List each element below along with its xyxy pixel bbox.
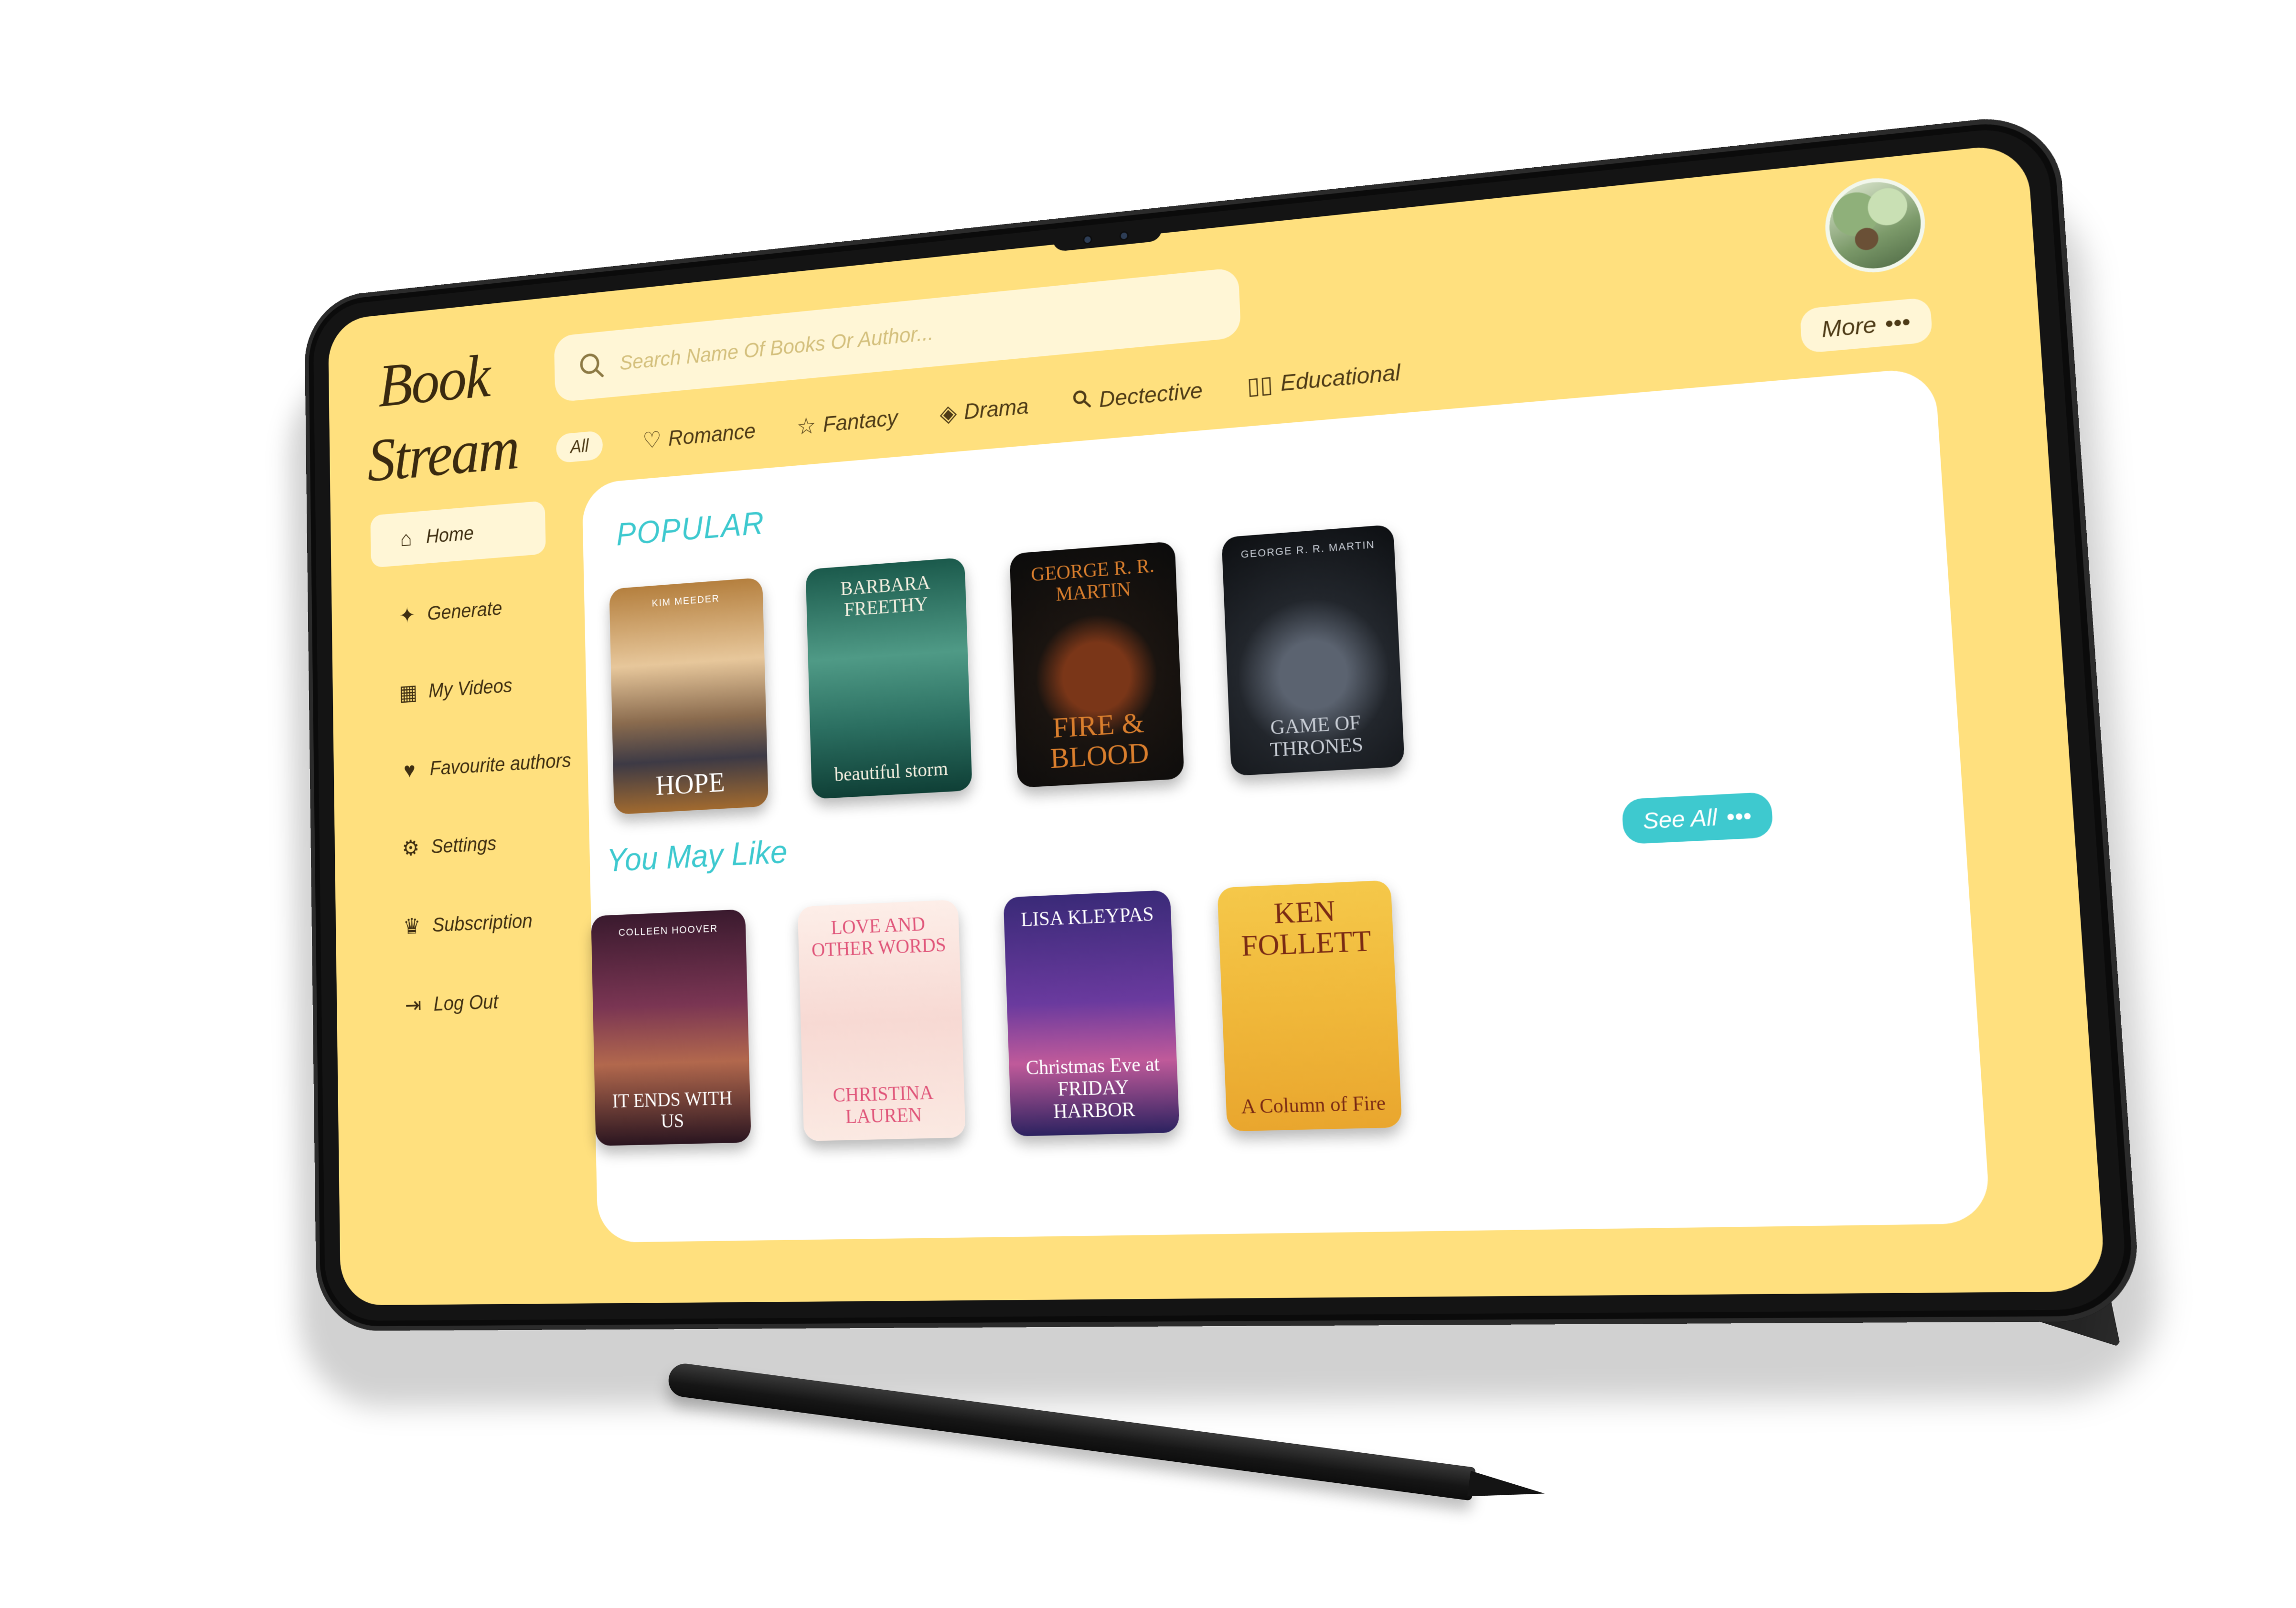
more-categories-button[interactable]: More ••• bbox=[1799, 297, 1933, 354]
book-card[interactable]: KEN FOLLETT A Column of Fire bbox=[1217, 880, 1402, 1132]
sidebar-item-my-videos[interactable]: ▦ My Videos bbox=[373, 654, 578, 722]
category-label: Drama bbox=[963, 394, 1029, 424]
section-title-popular: POPULAR bbox=[616, 505, 765, 552]
more-dots-icon: ••• bbox=[1884, 308, 1912, 337]
book-author: LISA KLEYPAS bbox=[1020, 903, 1154, 931]
app-logo[interactable]: Book Stream bbox=[366, 331, 571, 498]
tablet-device: Book Stream All bbox=[304, 111, 2142, 1331]
book-card[interactable]: COLLEEN HOOVER IT ENDS WITH US bbox=[591, 909, 751, 1146]
app-screen: Book Stream All bbox=[328, 142, 2106, 1306]
book-title: FIRE & BLOOD bbox=[1049, 706, 1150, 775]
sidebar-item-label: Subscription bbox=[432, 910, 533, 936]
sidebar-item-label: My Videos bbox=[428, 674, 513, 702]
search-input[interactable] bbox=[619, 289, 1240, 376]
category-dectective[interactable]: Dectective bbox=[1071, 377, 1203, 416]
sidebar-item-label: Settings bbox=[431, 832, 497, 858]
book-author: KEN FOLLETT bbox=[1240, 894, 1372, 963]
sidebar-item-label: Home bbox=[426, 522, 474, 548]
book-card[interactable]: LISA KLEYPAS Christmas Eve at FRIDAY HAR… bbox=[1003, 890, 1180, 1136]
book-author: GEORGE R. R. MARTIN bbox=[1240, 538, 1376, 560]
book-card[interactable]: KIM MEEDER HOPE bbox=[609, 577, 769, 815]
category-all[interactable]: All bbox=[555, 430, 603, 463]
crown-icon: ♛ bbox=[403, 914, 421, 939]
category-label: Fantacy bbox=[822, 406, 898, 437]
sidebar-item-log-out[interactable]: ⇥ Log Out bbox=[377, 971, 585, 1033]
book-author: KIM MEEDER bbox=[651, 592, 720, 609]
book-card[interactable]: BARBARA FREETHY beautiful storm bbox=[805, 557, 972, 799]
sidebar-item-favourite-authors[interactable]: ♥ Favourite authors bbox=[374, 733, 580, 799]
sidebar-item-generate[interactable]: ✦ Generate bbox=[372, 576, 577, 644]
sidebar-item-home[interactable]: ⌂ Home bbox=[370, 500, 546, 568]
book-title: Christmas Eve at FRIDAY HARBOR bbox=[1025, 1053, 1160, 1123]
heart-outline-icon: ♡ bbox=[642, 427, 662, 454]
book-author: CHRISTINA LAUREN bbox=[833, 1082, 934, 1128]
category-educational[interactable]: ▯▯ Educational bbox=[1247, 359, 1401, 400]
book-card[interactable]: GEORGE R. R. MARTIN FIRE & BLOOD bbox=[1009, 541, 1185, 788]
gear-icon: ⚙ bbox=[402, 836, 420, 861]
sidebar-item-label: Favourite authors bbox=[429, 749, 572, 780]
book-title: GAME OF THRONES bbox=[1269, 711, 1364, 761]
see-all-button[interactable]: See All ••• bbox=[1621, 792, 1774, 845]
book-card[interactable]: LOVE AND OTHER WORDS CHRISTINA LAUREN bbox=[797, 900, 966, 1141]
sidebar-item-label: Log Out bbox=[433, 990, 499, 1016]
search-icon bbox=[577, 349, 607, 383]
category-label: Educational bbox=[1280, 360, 1401, 396]
device-scene: Book Stream All bbox=[0, 0, 2296, 1608]
heart-icon: ♥ bbox=[403, 758, 416, 783]
book-card[interactable]: GEORGE R. R. MARTIN GAME OF THRONES bbox=[1221, 524, 1405, 776]
category-fantacy[interactable]: ☆ Fantacy bbox=[796, 405, 898, 440]
book-title: beautiful storm bbox=[834, 758, 949, 786]
section-title-you-may-like: You May Like bbox=[606, 833, 788, 879]
star-outline-icon: ☆ bbox=[796, 412, 817, 440]
book-author: BARBARA FREETHY bbox=[840, 572, 931, 621]
book-title: IT ENDS WITH US bbox=[612, 1087, 733, 1133]
search-icon bbox=[1071, 387, 1092, 416]
category-label: Dectective bbox=[1099, 378, 1203, 412]
sidebar: ⌂ Home ✦ Generate ▦ My Videos ♥ Favourit… bbox=[370, 498, 585, 1058]
see-all-label: See All bbox=[1642, 804, 1718, 834]
more-dots-icon: ••• bbox=[1725, 802, 1752, 830]
book-title: HOPE bbox=[655, 766, 726, 802]
logout-icon: ⇥ bbox=[405, 993, 422, 1018]
user-avatar[interactable] bbox=[1822, 173, 1928, 277]
open-book-icon: ▯▯ bbox=[1246, 371, 1274, 400]
category-label: Romance bbox=[668, 418, 756, 450]
sidebar-item-settings[interactable]: ⚙ Settings bbox=[374, 812, 581, 877]
mask-icon: ◈ bbox=[939, 399, 958, 427]
book-author: GEORGE R. R. MARTIN bbox=[1030, 555, 1155, 606]
main-content-panel: POPULAR KIM MEEDER HOPE BARBARA FREETHY … bbox=[582, 366, 1991, 1243]
clapperboard-icon: ▦ bbox=[399, 680, 418, 706]
more-label: More bbox=[1821, 311, 1878, 343]
category-drama[interactable]: ◈ Drama bbox=[940, 393, 1029, 428]
sparkle-icon: ✦ bbox=[399, 603, 416, 628]
book-author: COLLEEN HOOVER bbox=[618, 922, 718, 939]
category-label: All bbox=[570, 436, 589, 457]
book-title: LOVE AND OTHER WORDS bbox=[811, 913, 947, 962]
camera-icon bbox=[1084, 236, 1091, 244]
sidebar-item-subscription[interactable]: ♛ Subscription bbox=[376, 891, 583, 955]
camera-icon bbox=[1121, 232, 1128, 240]
sidebar-item-label: Generate bbox=[427, 597, 502, 625]
category-romance[interactable]: ♡ Romance bbox=[642, 418, 756, 454]
home-icon: ⌂ bbox=[400, 526, 412, 551]
book-title: A Column of Fire bbox=[1240, 1092, 1387, 1118]
